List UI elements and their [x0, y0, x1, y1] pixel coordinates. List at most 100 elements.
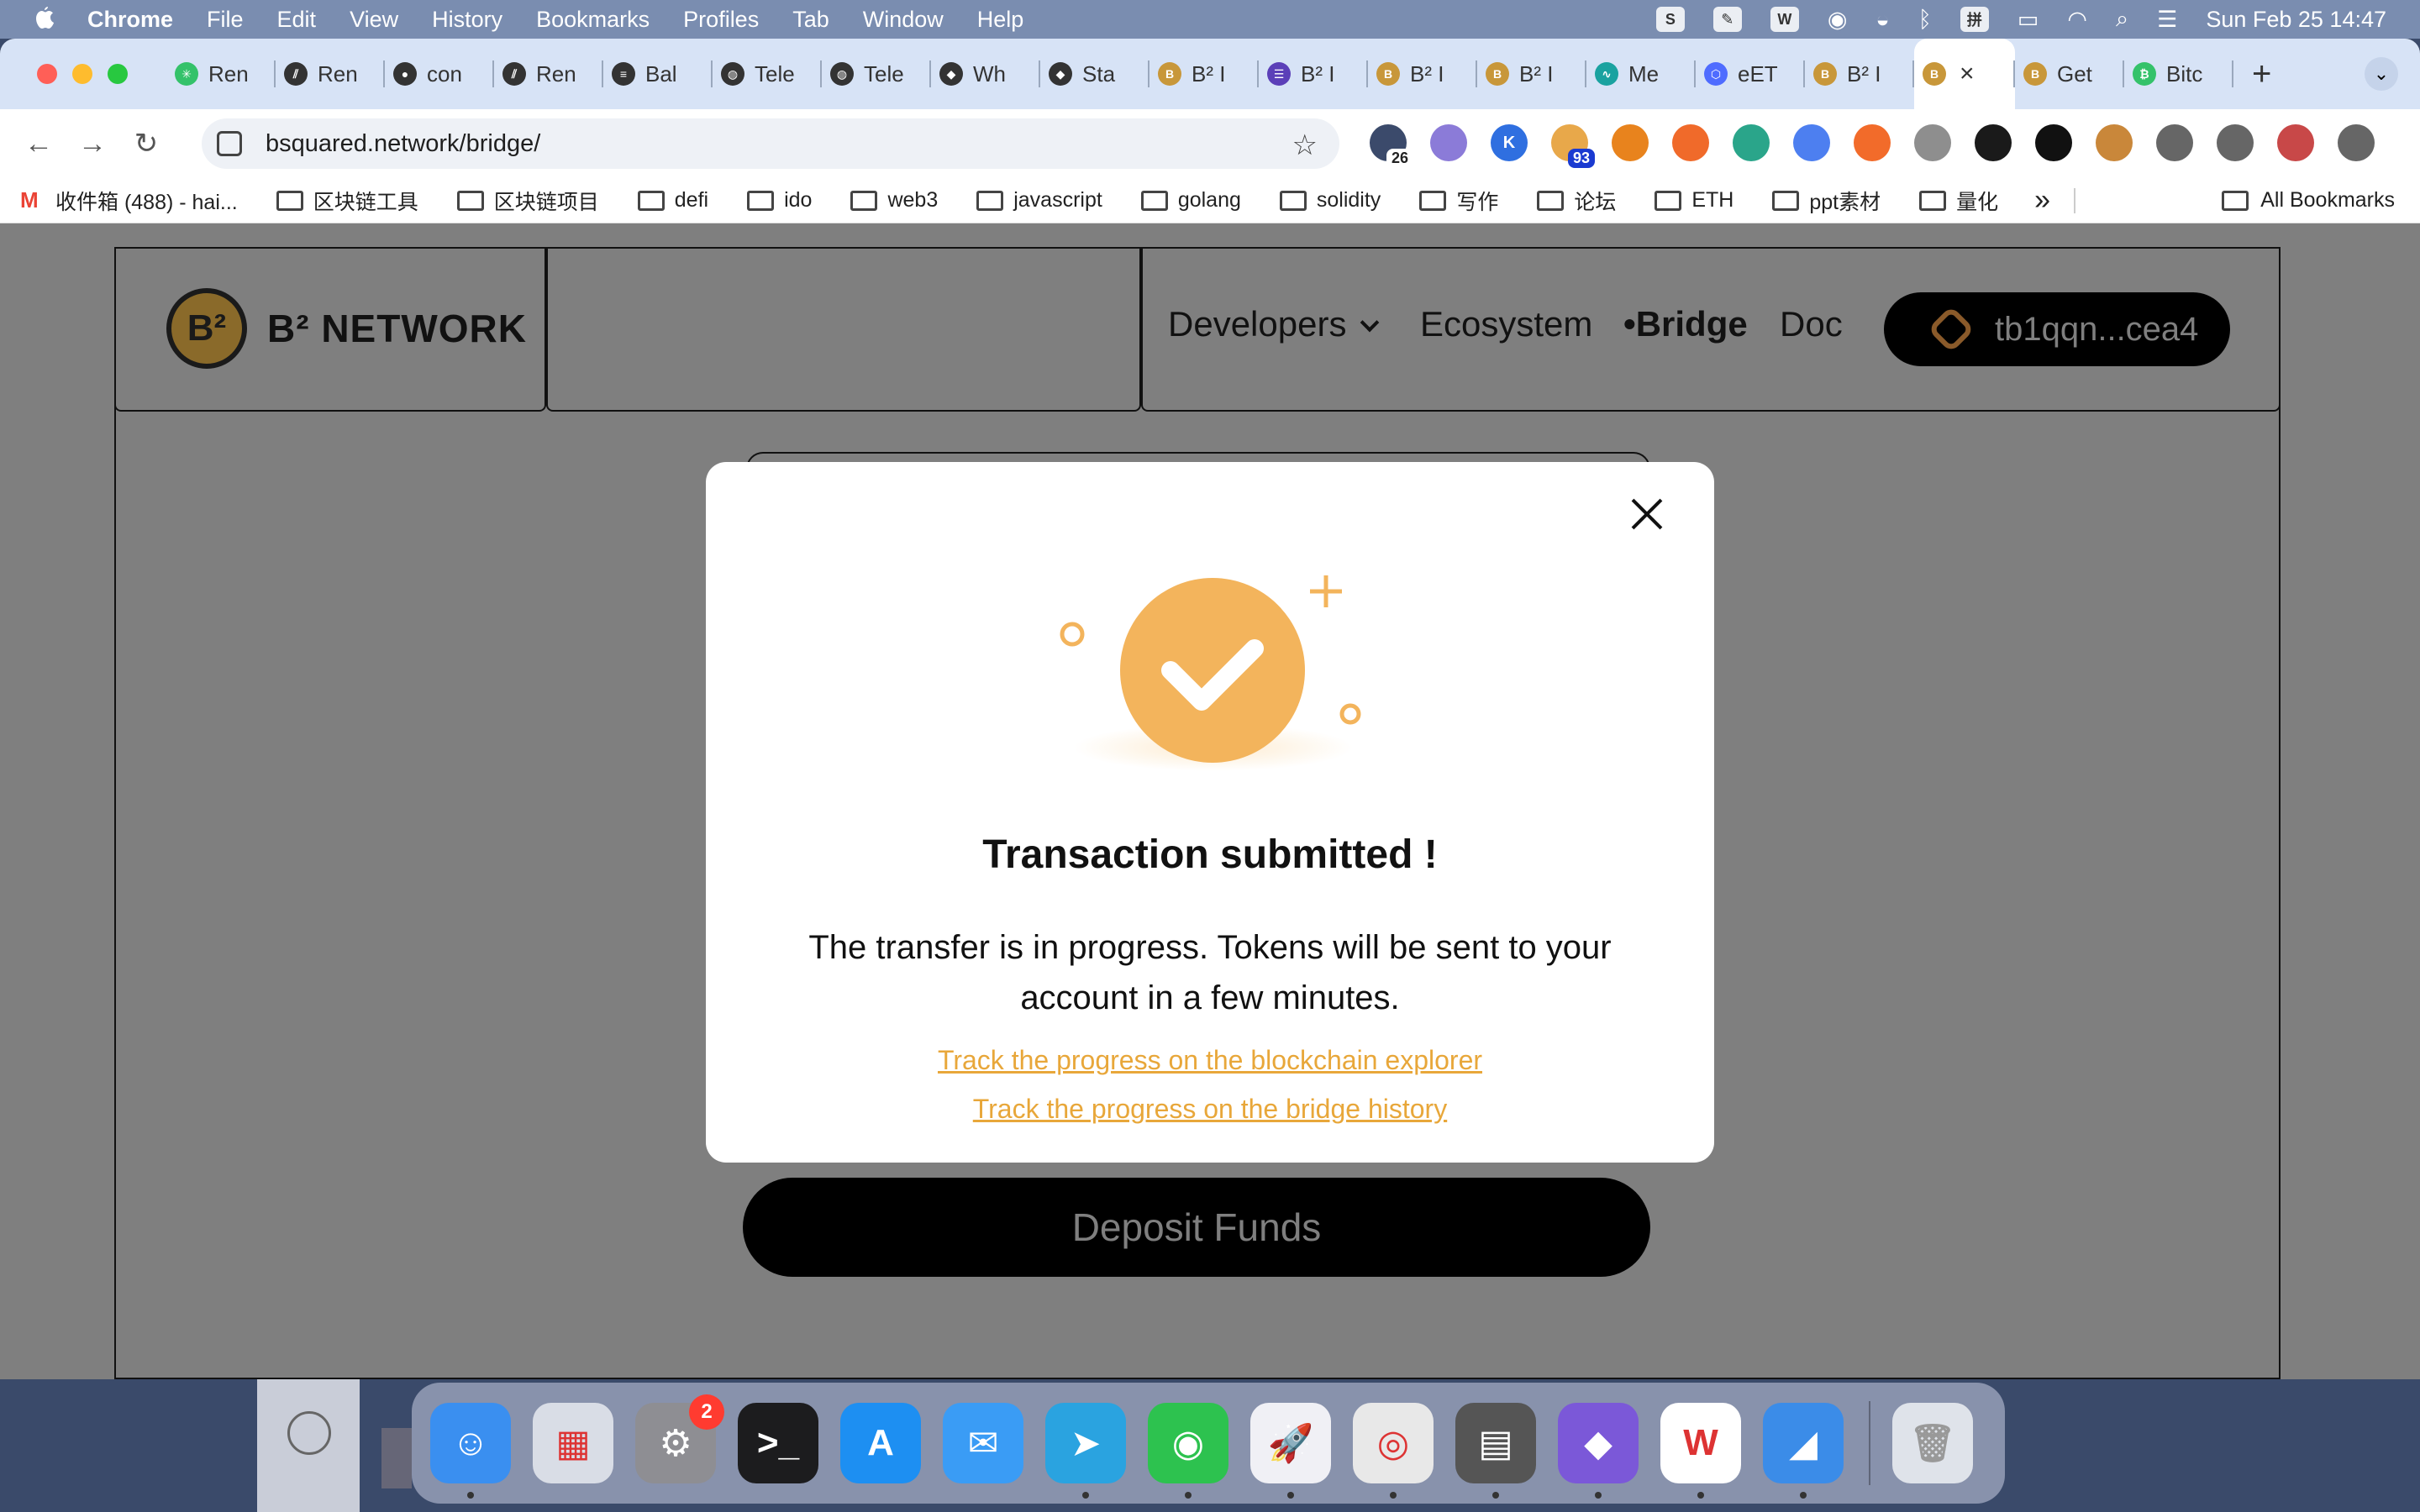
- status-wps-icon[interactable]: W: [1770, 7, 1799, 32]
- sidepanel-icon[interactable]: [2217, 124, 2254, 161]
- menu-file[interactable]: File: [207, 7, 244, 33]
- tab[interactable]: B B² I: [1477, 39, 1586, 109]
- zoom-window-button[interactable]: [108, 64, 128, 84]
- bookmark-star-icon[interactable]: ☆: [1292, 129, 1318, 162]
- input-method-icon[interactable]: 拼: [1960, 7, 1989, 32]
- bookmark-folder[interactable]: ETH: [1655, 188, 1733, 213]
- bookmark-folder[interactable]: 写作: [1419, 186, 1498, 216]
- desktop-thumbnail[interactable]: [381, 1428, 412, 1488]
- ext-phantom-icon[interactable]: [1672, 124, 1709, 161]
- bookmark-folder[interactable]: 区块链项目: [456, 186, 599, 216]
- nav-ecosystem[interactable]: Ecosystem: [1420, 304, 1592, 344]
- translate-icon[interactable]: [1793, 124, 1830, 161]
- menu-app-chrome[interactable]: Chrome: [87, 7, 173, 33]
- bookmark-folder[interactable]: ido: [747, 188, 812, 213]
- tab-search-chevron-icon[interactable]: ⌄: [2365, 57, 2398, 91]
- ext-dice-icon[interactable]: [2035, 124, 2072, 161]
- status-wechat-icon[interactable]: ◉: [1828, 7, 1848, 33]
- explorer-link[interactable]: Track the progress on the blockchain exp…: [706, 1045, 1714, 1076]
- wps-icon[interactable]: W: [1660, 1403, 1741, 1499]
- recent-apps-icon[interactable]: [287, 1411, 331, 1455]
- status-edit-icon[interactable]: ✎: [1712, 7, 1742, 32]
- ext-mail-icon[interactable]: 93: [1551, 124, 1595, 168]
- menu-window[interactable]: Window: [863, 7, 944, 33]
- bookmark-gmail[interactable]: 收件箱 (488) - hai...: [18, 186, 238, 216]
- close-tab-icon[interactable]: ×: [1960, 60, 1975, 88]
- address-bar[interactable]: bsquared.network/bridge/ ☆: [202, 118, 1339, 169]
- bookmark-folder[interactable]: javascript: [976, 188, 1102, 213]
- system-settings-icon[interactable]: ⚙ 2: [635, 1394, 724, 1483]
- wallet-button[interactable]: tb1qqn...cea4: [1884, 292, 2230, 366]
- preview-icon[interactable]: ◢: [1763, 1403, 1844, 1499]
- menu-tab[interactable]: Tab: [792, 7, 829, 33]
- reload-icon[interactable]: ↻: [129, 127, 163, 160]
- bookmark-folder[interactable]: ppt素材: [1772, 186, 1881, 216]
- ext-x-icon[interactable]: [1914, 124, 1951, 161]
- status-s-icon[interactable]: S: [1655, 7, 1685, 32]
- tab[interactable]: B B² I: [1805, 39, 1914, 109]
- bookmark-folder[interactable]: solidity: [1279, 188, 1381, 213]
- control-center-icon[interactable]: ☰: [2157, 7, 2177, 33]
- tab-active[interactable]: B ×: [1914, 39, 2015, 109]
- tab[interactable]: ◍ Tele: [822, 39, 931, 109]
- menu-help[interactable]: Help: [977, 7, 1024, 33]
- finder-icon[interactable]: ☺: [430, 1403, 511, 1499]
- tab[interactable]: ◍ Tele: [713, 39, 822, 109]
- nav-bridge[interactable]: •Bridge: [1623, 304, 1748, 344]
- rocket-icon[interactable]: 🚀: [1250, 1403, 1331, 1499]
- apple-menu-icon[interactable]: [32, 7, 57, 32]
- site-logo[interactable]: B² B² NETWORK: [114, 247, 546, 412]
- telegram-icon[interactable]: ➤: [1045, 1403, 1126, 1499]
- new-tab-button[interactable]: +: [2252, 55, 2271, 93]
- url-text[interactable]: bsquared.network/bridge/: [266, 130, 540, 158]
- nav-doc[interactable]: Doc: [1780, 304, 1843, 344]
- metamask-icon[interactable]: [1612, 124, 1649, 161]
- deposit-funds-button[interactable]: Deposit Funds: [743, 1178, 1650, 1277]
- puzzle-icon[interactable]: [2156, 124, 2193, 161]
- tab[interactable]: ⫽ Ren: [276, 39, 385, 109]
- tab[interactable]: ∿ Me: [1586, 39, 1696, 109]
- trash-icon[interactable]: 🗑: [1892, 1403, 1973, 1483]
- nav-developers[interactable]: Developers: [1168, 304, 1380, 344]
- site-settings-icon[interactable]: [217, 131, 242, 156]
- tab[interactable]: ≡ Bal: [603, 39, 713, 109]
- close-window-button[interactable]: [37, 64, 57, 84]
- ext-t-icon[interactable]: [1854, 124, 1891, 161]
- ext-chain-icon[interactable]: [2096, 124, 2133, 161]
- menu-edit[interactable]: Edit: [277, 7, 317, 33]
- wifi-icon[interactable]: ◠: [2067, 7, 2087, 33]
- bookmark-folder[interactable]: 量化: [1919, 186, 1998, 216]
- menubar-clock[interactable]: Sun Feb 25 14:47: [2206, 7, 2386, 33]
- ext-1-icon[interactable]: 26: [1370, 124, 1413, 168]
- bookmark-folder[interactable]: golang: [1140, 188, 1241, 213]
- app-store-icon[interactable]: A: [840, 1403, 921, 1483]
- obsidian-icon[interactable]: ◆: [1558, 1403, 1639, 1499]
- ext-chat-icon[interactable]: [1733, 124, 1770, 161]
- bluetooth-icon[interactable]: ᛒ: [1918, 7, 1932, 33]
- all-bookmarks-button[interactable]: All Bookmarks: [2222, 188, 2395, 213]
- terminal-icon[interactable]: >_: [738, 1403, 818, 1483]
- tab[interactable]: ◆ Sta: [1040, 39, 1150, 109]
- ext-k-icon[interactable]: K: [1491, 124, 1528, 161]
- forward-arrow-icon[interactable]: →: [76, 127, 109, 160]
- launchpad-icon[interactable]: ▦: [533, 1403, 613, 1483]
- menu-bookmarks[interactable]: Bookmarks: [536, 7, 650, 33]
- kebab-menu-icon[interactable]: [2338, 124, 2375, 161]
- battery-icon[interactable]: ▭: [2018, 7, 2039, 33]
- tab[interactable]: ✳ Ren: [166, 39, 276, 109]
- tab[interactable]: ● con: [385, 39, 494, 109]
- minimize-window-button[interactable]: [72, 64, 92, 84]
- tab[interactable]: ⬡ eET: [1696, 39, 1805, 109]
- bookmark-folder[interactable]: web3: [850, 188, 938, 213]
- bridge-history-link[interactable]: Track the progress on the bridge history: [706, 1094, 1714, 1125]
- menu-history[interactable]: History: [432, 7, 502, 33]
- bookmark-folder[interactable]: 论坛: [1537, 186, 1616, 216]
- mail-icon[interactable]: ✉: [943, 1403, 1023, 1483]
- menu-view[interactable]: View: [350, 7, 398, 33]
- tab[interactable]: ☰ B² I: [1259, 39, 1368, 109]
- tab[interactable]: B B² I: [1150, 39, 1259, 109]
- spotlight-icon[interactable]: ⌕: [2116, 6, 2128, 33]
- profile-avatar-icon[interactable]: [2277, 124, 2314, 161]
- wechat-icon[interactable]: ◉: [1148, 1403, 1228, 1499]
- bookmark-folder[interactable]: defi: [637, 188, 708, 213]
